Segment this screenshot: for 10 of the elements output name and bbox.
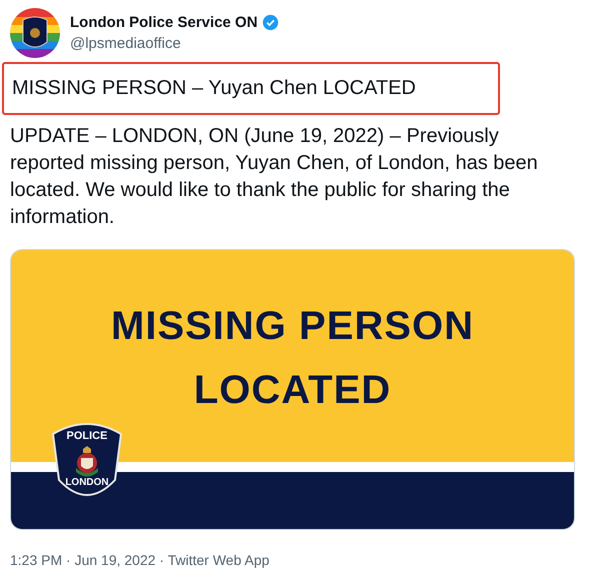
tweet-timestamp[interactable]: 1:23 PM · Jun 19, 2022 · Twitter Web App [10,552,595,568]
account-handle[interactable]: @lpsmediaoffice [70,35,279,52]
tweet-title: MISSING PERSON – Yuyan Chen LOCATED [12,77,416,100]
tweet-text: UPDATE – LONDON, ON (June 19, 2022) – Previously reported missing person, Yuyan Chen, of London, has been located. We would like to thank the public for sharing the information. [10,124,539,230]
media-card[interactable]: MISSING PERSON LOCATED POLICE LONDON [10,249,575,530]
headline: MISSING PERSON [111,303,474,350]
headline: LOCATED [194,367,392,414]
badge-text: LONDON [64,477,110,488]
account-name[interactable]: London Police Service ON [70,14,258,31]
badge-text: POLICE [66,430,108,442]
